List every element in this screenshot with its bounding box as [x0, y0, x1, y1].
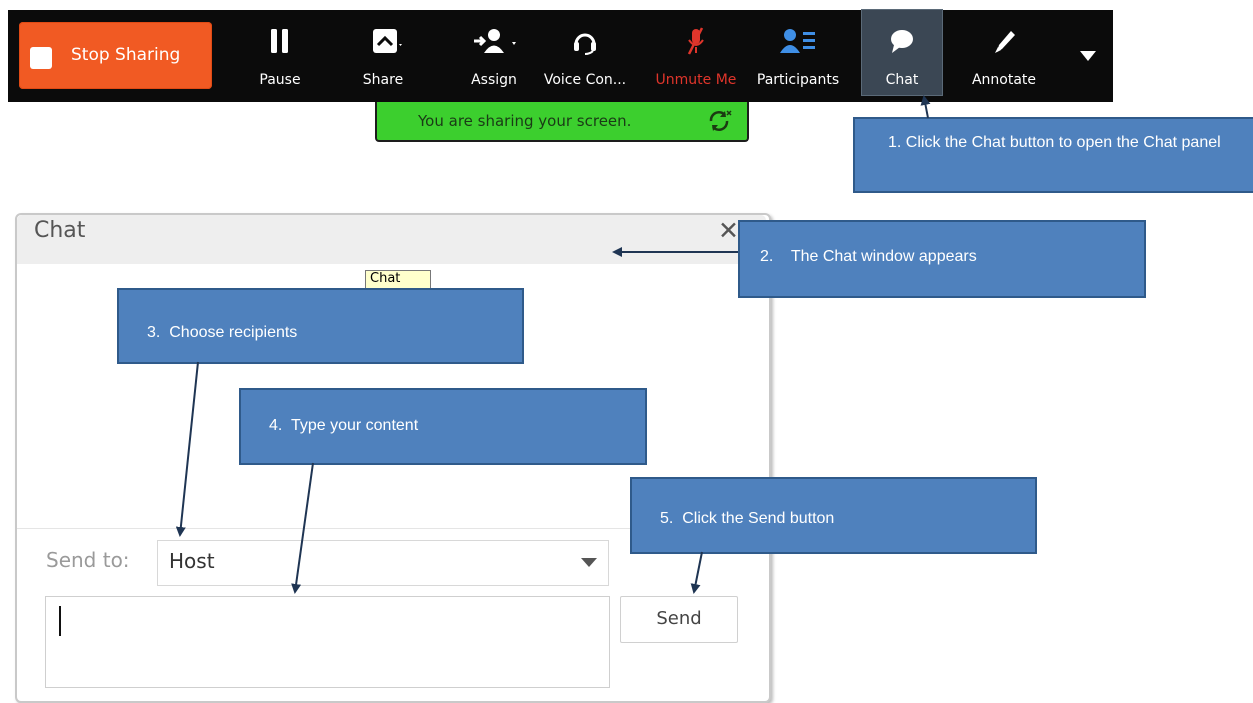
- arrow-4: [291, 462, 314, 594]
- arrow-1: [920, 95, 931, 119]
- arrow-3: [175, 361, 199, 537]
- arrow-5: [690, 551, 703, 594]
- callout-arrows: [175, 95, 931, 594]
